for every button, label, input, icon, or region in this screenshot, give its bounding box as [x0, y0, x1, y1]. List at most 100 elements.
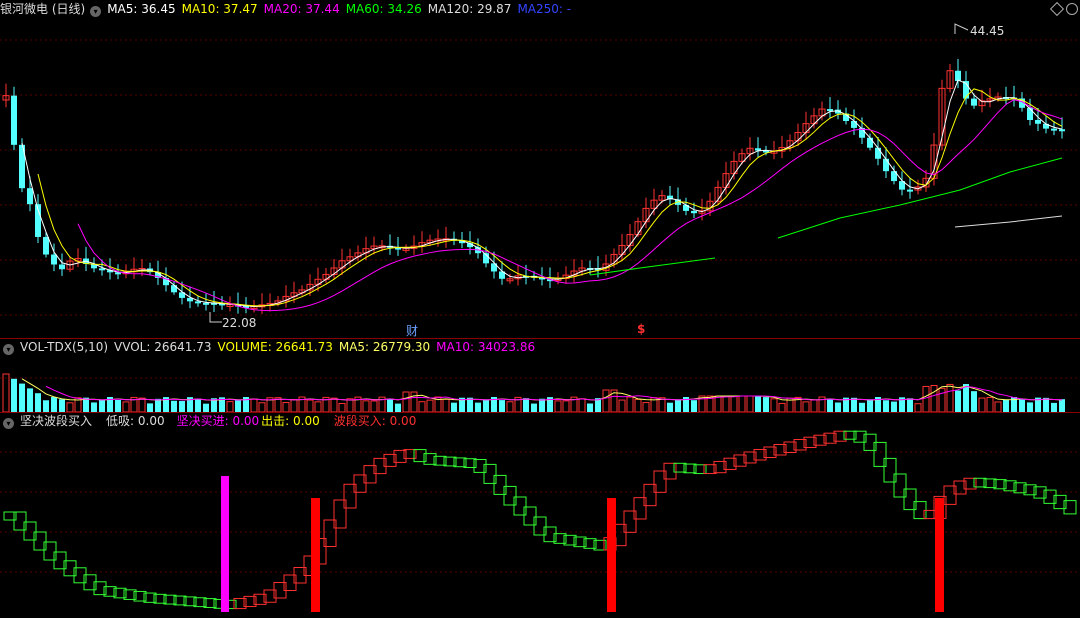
volume-bar-up	[290, 398, 298, 412]
volume-bar-up	[346, 398, 354, 412]
bdmr-label: 波段买入: 0.00	[333, 414, 417, 428]
volume-bar-up	[578, 398, 586, 412]
volume-bar-down	[395, 403, 401, 412]
candle-down	[59, 264, 65, 270]
candle-down	[27, 188, 33, 205]
volume-bar-down	[195, 398, 201, 412]
volume-bar-up	[634, 398, 642, 412]
volume-bar-down	[883, 400, 889, 412]
vvol-label: VVOL: 26641.73	[114, 340, 212, 354]
indicator-chart-canvas[interactable]	[0, 412, 1080, 618]
low-marker-line	[209, 312, 222, 323]
volume-bar-down	[755, 396, 761, 412]
volume-bar-down	[859, 402, 865, 412]
volume-bar-up	[338, 402, 346, 412]
volume-bar-up	[442, 398, 450, 412]
volume-bar-up	[986, 396, 994, 412]
volume-bar-up	[410, 391, 418, 412]
volume-bar-up	[426, 399, 434, 412]
candle-down	[1051, 128, 1057, 131]
volume-bar-up	[306, 399, 314, 412]
volume-bar-up	[978, 397, 986, 412]
vol-ma10-label: MA10: 34023.86	[436, 340, 536, 354]
volume-bar-down	[1043, 397, 1049, 412]
volume-bar-down	[675, 399, 681, 412]
ind-title: 坚决波段买入	[20, 414, 93, 428]
volume-bar-up	[138, 397, 146, 412]
volume-bar-down	[99, 399, 105, 412]
finance-marker[interactable]: 财	[406, 322, 418, 339]
volume-bar-up	[554, 400, 562, 412]
vol-ma5-label: MA5: 26779.30	[338, 340, 431, 354]
candle-down	[115, 272, 121, 275]
volume-chart-panel[interactable]: ▾ VOL-TDX(5,10) VVOL: 26641.73 VOLUME: 2664…	[0, 338, 1080, 412]
candle-down	[1027, 107, 1033, 121]
ma10-label: MA10: 37.47	[181, 2, 258, 16]
volume-bar-up	[66, 402, 74, 412]
candle-down	[1059, 129, 1065, 132]
ma60-label: MA60: 34.26	[345, 2, 422, 16]
volume-bar-down	[155, 398, 161, 412]
volume-bar-up	[738, 395, 746, 412]
volume-bar-up	[370, 400, 378, 412]
volume-bar-down	[1003, 399, 1009, 412]
candle-down	[203, 302, 209, 305]
price-chart-panel[interactable]: 银河微电 (日线) ▾ MA5: 36.45 MA10: 37.47 MA20: 37.…	[0, 0, 1080, 338]
volume-bar-up	[258, 402, 266, 412]
candle-down	[195, 301, 201, 304]
volume-bar-down	[475, 402, 481, 412]
volume-bar-up	[250, 398, 258, 412]
volume-bar-down	[835, 402, 841, 412]
volume-bar-down	[523, 398, 529, 412]
volume-bar-up	[642, 402, 650, 412]
volume-label: VOLUME: 26641.73	[217, 340, 333, 354]
volume-bar-up	[626, 396, 634, 412]
volume-bar-down	[27, 388, 33, 412]
ind-toggle-icon[interactable]: ▾	[3, 418, 14, 429]
volume-bar-down	[691, 400, 697, 412]
vol-ma5-line	[21, 378, 1063, 401]
volume-bar-down	[43, 400, 49, 412]
volume-bar-up	[282, 402, 290, 412]
volume-bar-down	[499, 400, 505, 412]
ma120-label: MA120: 29.87	[427, 2, 512, 16]
volume-bar-down	[147, 403, 153, 412]
volume-bar-up	[946, 383, 954, 412]
indicator-chart-panel[interactable]: ▾ 坚决波段买入 低吸: 0.00 坚决买进: 0.00 出击: 0.00 波段买入: 0…	[0, 412, 1080, 618]
candle-down	[875, 147, 881, 159]
volume-bar-down	[235, 400, 241, 412]
ma250-label: MA250: -	[517, 2, 572, 16]
volume-bar-up	[330, 397, 338, 412]
volume-bar-up	[314, 401, 322, 412]
candle-down	[11, 95, 17, 145]
volume-bar-down	[387, 398, 393, 412]
stock-title: 银河微电 (日线)	[0, 2, 86, 16]
candle-down	[827, 109, 833, 112]
settings-toggle-icon[interactable]: ▾	[90, 6, 102, 17]
volume-bar-down	[891, 401, 897, 412]
vol-toggle-icon[interactable]: ▾	[3, 344, 14, 355]
volume-bar-down	[179, 401, 185, 412]
circle-icon[interactable]	[1066, 3, 1078, 15]
volume-bar-up	[802, 401, 810, 412]
candle-down	[907, 189, 913, 192]
volume-bar-down	[1019, 399, 1025, 412]
volume-bar-up	[402, 391, 410, 412]
volume-bar-down	[171, 400, 177, 412]
high-price-label: 44.45	[970, 24, 1005, 38]
jjmj-label: 坚决买进: 0.00	[176, 414, 260, 428]
volume-bar-down	[483, 399, 489, 412]
volume-bar-down	[59, 399, 65, 412]
price-chart-canvas[interactable]	[0, 0, 1080, 338]
dividend-marker[interactable]: $	[637, 322, 645, 336]
volume-bar-up	[602, 389, 610, 412]
candle-down	[1035, 120, 1041, 124]
volume-bar-down	[11, 378, 17, 412]
volume-bar-up	[746, 395, 754, 412]
dixi-label: 低吸: 0.00	[106, 414, 165, 428]
high-marker-line	[954, 23, 969, 34]
volume-bar-down	[907, 398, 913, 412]
volume-bar-up	[122, 401, 130, 412]
volume-bar-down	[115, 399, 121, 412]
volume-bar-down	[963, 384, 969, 412]
